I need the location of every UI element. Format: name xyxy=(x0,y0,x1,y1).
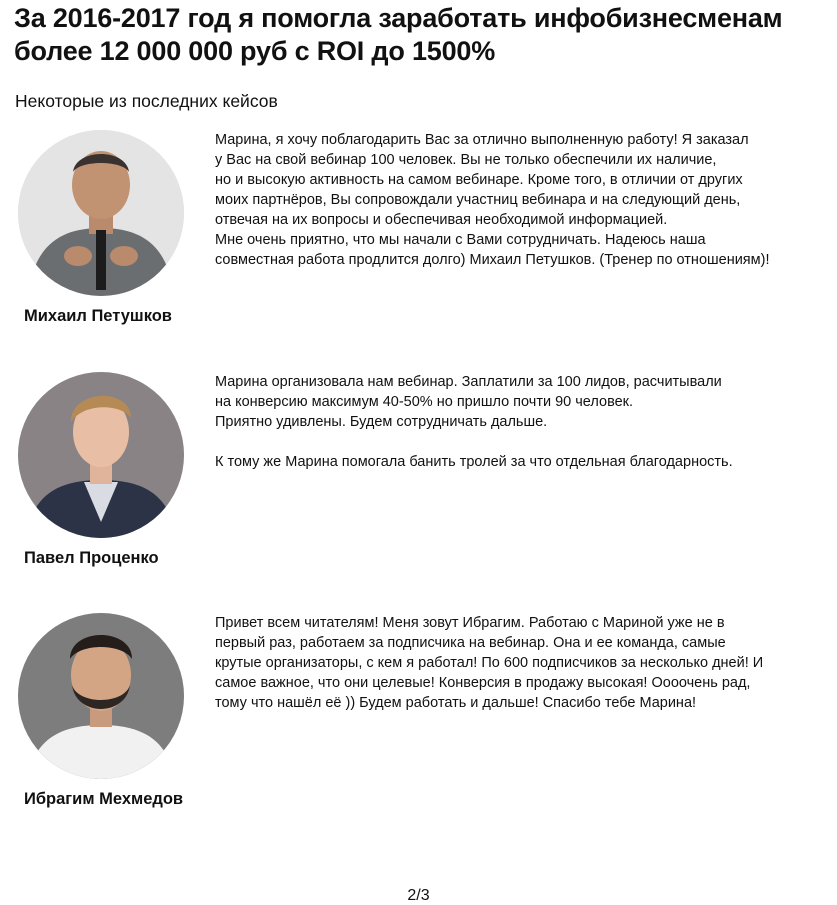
avatar-photo xyxy=(18,372,184,538)
portrait-image xyxy=(18,130,184,296)
reviewer-name: Ибрагим Мехмедов xyxy=(24,790,184,808)
review-text: Марина, я хочу поблагодарить Вас за отли… xyxy=(215,130,830,270)
review-line: тому что нашёл её )) Будем работать и да… xyxy=(215,695,697,711)
title-line-2: более 12 000 000 руб с ROI до 1500% xyxy=(14,36,496,66)
portrait-image xyxy=(18,372,184,538)
review-line: крутые организаторы, с кем я работал! По… xyxy=(215,655,764,671)
review-line: Мне очень приятно, что мы начали с Вами … xyxy=(215,232,706,248)
page-indicator: 2/3 xyxy=(407,887,430,904)
title-line-1: За 2016-2017 год я помогла заработать ин… xyxy=(14,3,783,33)
review-text: Марина организовала нам вебинар. Заплати… xyxy=(215,372,830,472)
review-line: Марина, я хочу поблагодарить Вас за отли… xyxy=(215,132,749,148)
review-line: на конверсию максимум 40-50% но пришло п… xyxy=(215,394,634,410)
review-text: Привет всем читателям! Меня зовут Ибраги… xyxy=(215,613,830,713)
review-line xyxy=(215,432,830,452)
avatar-photo xyxy=(18,613,184,779)
review-line: совместная работа продлится долго) Михаи… xyxy=(215,252,770,268)
review-line: Привет всем читателям! Меня зовут Ибраги… xyxy=(215,615,725,631)
avatar-photo xyxy=(18,130,184,296)
reviewer-name: Михаил Петушков xyxy=(24,307,172,325)
reviewer-name: Павел Проценко xyxy=(24,549,159,567)
review-line: у Вас на свой вебинар 100 человек. Вы не… xyxy=(215,152,717,168)
review-line: самое важное, что они целевые! Конверсия… xyxy=(215,675,751,691)
section-subtitle: Некоторые из последних кейсов xyxy=(15,91,278,111)
review-line: первый раз, работаем за подписчика на ве… xyxy=(215,635,726,651)
review-line: моих партнёров, Вы сопровождали участниц… xyxy=(215,192,741,208)
review-line: но и высокую активность на самом вебинар… xyxy=(215,172,743,188)
review-line: Приятно удивлены. Будем сотрудничать дал… xyxy=(215,414,548,430)
review-line: отвечая на их вопросы и обеспечивая необ… xyxy=(215,212,668,228)
review-line: К тому же Марина помогала банить тролей … xyxy=(215,454,733,470)
portrait-image xyxy=(18,613,184,779)
review-line: Марина организовала нам вебинар. Заплати… xyxy=(215,374,722,390)
page-title: За 2016-2017 год я помогла заработать ин… xyxy=(14,2,834,68)
